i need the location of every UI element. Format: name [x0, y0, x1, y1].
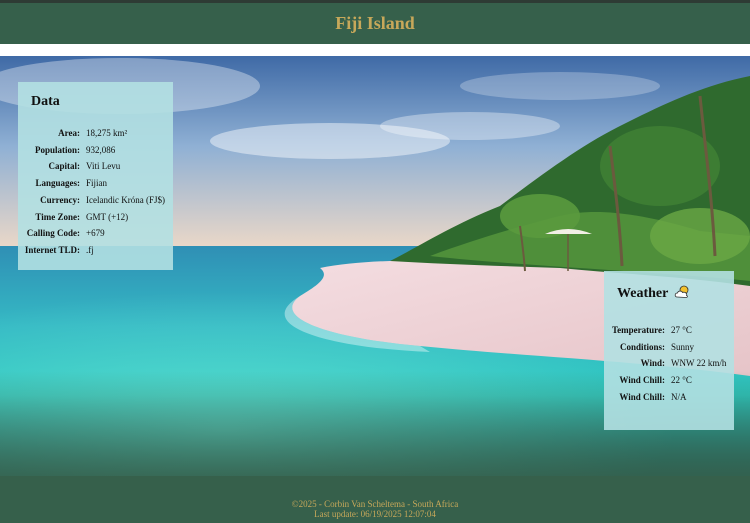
data-label: Time Zone: [35, 211, 80, 222]
weather-panel-title: Weather [617, 286, 669, 301]
data-row: Currency: Icelandic Króna (FJ$) [18, 192, 173, 209]
data-value: Viti Levu [86, 161, 121, 172]
weather-panel: Weather Temperature: 27 °C Conditions: Sun… [604, 271, 734, 430]
data-row: Internet TLD: .fj [18, 242, 173, 259]
weather-label: Wind: [640, 358, 665, 369]
partly-cloudy-icon [674, 285, 691, 303]
data-label: Currency: [40, 194, 80, 205]
data-row: Languages: Fijian [18, 175, 173, 192]
data-value: GMT (+12) [86, 211, 129, 222]
data-row: Capital: Viti Levu [18, 158, 173, 175]
weather-value: 27 °C [671, 325, 692, 335]
weather-value: 22 °C [671, 375, 692, 386]
weather-row: Temperature: 27 °C [604, 322, 734, 339]
data-label: Capital: [48, 161, 81, 172]
data-value: 932,086 [86, 144, 116, 155]
data-list: Area: 18,275 km² Population: 932,086 Capit… [18, 125, 173, 259]
data-value: +679 [86, 228, 105, 239]
weather-value: Sunny [671, 341, 695, 352]
weather-label: Wind Chill: [619, 375, 665, 386]
data-label: Area: [58, 128, 80, 138]
page-title: Fiji Island [335, 13, 415, 33]
data-value: 18,275 km² [86, 128, 128, 138]
site-header: Fiji Island [0, 3, 750, 44]
data-value: Icelandic Króna (FJ$) [86, 194, 165, 205]
data-row: Time Zone: GMT (+12) [18, 209, 173, 226]
site-footer: ©2025 - Corbin Van Scheltema - South Afr… [0, 476, 750, 523]
data-label: Population: [34, 144, 80, 155]
weather-value: WNW 22 km/h [671, 358, 727, 369]
weather-label: Wind Chill: [619, 391, 665, 402]
weather-value: N/A [671, 391, 687, 402]
weather-panel-heading: Weather [617, 285, 691, 303]
weather-label: Conditions: [619, 341, 665, 352]
weather-row: Wind: WNW 22 km/h [604, 355, 734, 372]
footer-last-update: Last update: 06/19/2025 12:07:04 [314, 509, 436, 519]
data-row: Area: 18,275 km² [18, 125, 173, 142]
weather-label: Temperature: [612, 325, 665, 335]
weather-row: Conditions: Sunny [604, 339, 734, 356]
data-value: .fj [86, 244, 94, 255]
data-label: Languages: [35, 178, 80, 189]
data-label: Calling Code: [26, 228, 80, 239]
footer-copyright: ©2025 - Corbin Van Scheltema - South Afr… [291, 499, 459, 509]
data-value: Fijian [86, 178, 108, 189]
data-panel-title: Data [31, 94, 60, 109]
data-row: Calling Code: +679 [18, 225, 173, 242]
weather-row: Wind Chill: N/A [604, 389, 734, 406]
weather-list: Temperature: 27 °C Conditions: Sunny Wind:… [604, 322, 734, 406]
data-label: Internet TLD: [24, 244, 80, 255]
data-row: Population: 932,086 [18, 142, 173, 159]
data-panel: Data Area: 18,275 km² Population: 932,086 … [18, 82, 173, 270]
weather-row: Wind Chill: 22 °C [604, 372, 734, 389]
